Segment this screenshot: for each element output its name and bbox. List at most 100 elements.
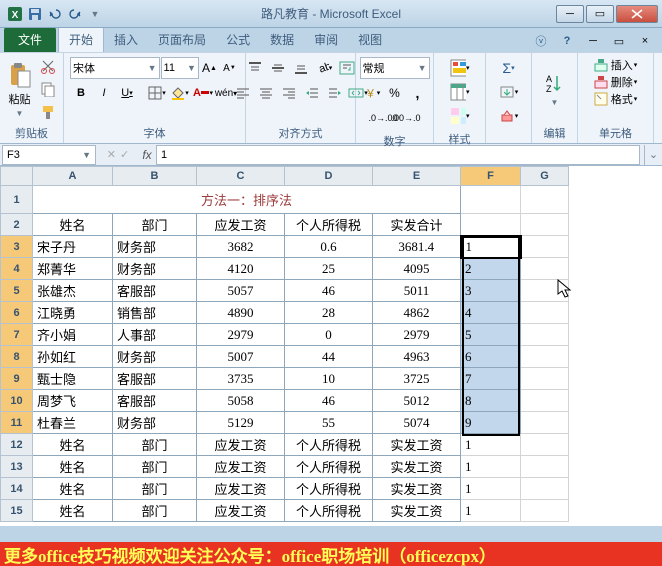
fill-color-icon[interactable]: ▾ xyxy=(169,82,191,104)
data-cell[interactable]: 4095 xyxy=(373,258,461,280)
tab-page-layout[interactable]: 页面布局 xyxy=(148,27,216,52)
col-header[interactable]: C xyxy=(197,167,285,186)
data-cell[interactable]: 财务部 xyxy=(113,412,197,434)
close-button[interactable] xyxy=(616,5,658,23)
data-cell[interactable]: 4890 xyxy=(197,302,285,324)
data-cell[interactable]: 6 xyxy=(461,346,521,368)
data-cell[interactable]: 5057 xyxy=(197,280,285,302)
data-cell[interactable]: 5012 xyxy=(373,390,461,412)
wrap-text-icon[interactable] xyxy=(336,57,358,79)
data-cell[interactable]: 46 xyxy=(285,280,373,302)
col-header[interactable]: D xyxy=(285,167,373,186)
data-cell[interactable]: 2979 xyxy=(197,324,285,346)
border-icon[interactable]: ▾ xyxy=(146,82,168,104)
cut-icon[interactable] xyxy=(37,55,59,77)
data-cell[interactable]: 5 xyxy=(461,324,521,346)
font-name-combo[interactable]: 宋体▼ xyxy=(70,57,160,79)
data-cell[interactable]: 个人所得税 xyxy=(285,500,373,522)
data-cell[interactable]: 宋子丹 xyxy=(33,236,113,258)
doc-minimize-icon[interactable]: ─ xyxy=(582,30,604,52)
tab-data[interactable]: 数据 xyxy=(260,27,304,52)
fill-icon[interactable]: ▾ xyxy=(498,81,520,103)
italic-icon[interactable]: I xyxy=(93,82,115,104)
data-cell[interactable]: 28 xyxy=(285,302,373,324)
row-header[interactable]: 4 xyxy=(1,258,33,280)
data-cell[interactable]: 5011 xyxy=(373,280,461,302)
data-cell[interactable]: 姓名 xyxy=(33,456,113,478)
data-cell[interactable]: 销售部 xyxy=(113,302,197,324)
row-header[interactable]: 13 xyxy=(1,456,33,478)
data-cell[interactable]: 财务部 xyxy=(113,346,197,368)
cell-styles-icon[interactable]: ▾ xyxy=(449,105,471,127)
data-cell[interactable]: 4120 xyxy=(197,258,285,280)
data-cell[interactable]: 2 xyxy=(461,258,521,280)
number-format-combo[interactable]: 常规▼ xyxy=(360,57,430,79)
data-cell[interactable]: 3 xyxy=(461,280,521,302)
table-header-cell[interactable]: 部门 xyxy=(113,214,197,236)
fx-icon[interactable]: fx xyxy=(138,148,156,162)
percent-icon[interactable]: % xyxy=(384,82,406,104)
data-cell[interactable]: 财务部 xyxy=(113,258,197,280)
font-size-combo[interactable]: 11▼ xyxy=(161,57,199,79)
data-cell[interactable]: 客服部 xyxy=(113,390,197,412)
delete-cells-button[interactable]: 删除▾ xyxy=(594,74,638,90)
save-icon[interactable] xyxy=(26,5,44,23)
align-left-icon[interactable] xyxy=(232,82,254,104)
data-cell[interactable]: 1 xyxy=(461,236,521,258)
data-cell[interactable]: 1 xyxy=(461,456,521,478)
row-header[interactable]: 9 xyxy=(1,368,33,390)
worksheet[interactable]: ABCDEFG1方法一：排序法2姓名部门应发工资个人所得税实发合计3宋子丹财务部… xyxy=(0,166,662,526)
data-cell[interactable]: 3682 xyxy=(197,236,285,258)
data-cell[interactable]: 周梦飞 xyxy=(33,390,113,412)
tab-home[interactable]: 开始 xyxy=(58,26,104,52)
tab-insert[interactable]: 插入 xyxy=(104,27,148,52)
align-bottom-icon[interactable] xyxy=(290,57,312,79)
underline-icon[interactable]: U▾ xyxy=(116,82,138,104)
data-cell[interactable]: 25 xyxy=(285,258,373,280)
col-header[interactable]: E xyxy=(373,167,461,186)
orientation-icon[interactable]: ab▾ xyxy=(313,57,335,79)
decrease-font-icon[interactable]: A▼ xyxy=(220,57,239,79)
clear-icon[interactable]: ▾ xyxy=(498,105,520,127)
file-tab[interactable]: 文件 xyxy=(4,27,56,52)
data-cell[interactable]: 5058 xyxy=(197,390,285,412)
data-cell[interactable]: 1 xyxy=(461,434,521,456)
data-cell[interactable]: 姓名 xyxy=(33,434,113,456)
table-header-cell[interactable]: 个人所得税 xyxy=(285,214,373,236)
sort-filter-button[interactable]: AZ ▼ xyxy=(536,56,573,122)
format-cells-button[interactable]: 格式▾ xyxy=(594,91,638,107)
data-cell[interactable]: 个人所得税 xyxy=(285,456,373,478)
data-cell[interactable]: 1 xyxy=(461,500,521,522)
row-header[interactable]: 12 xyxy=(1,434,33,456)
comma-style-icon[interactable]: , xyxy=(407,82,429,104)
row-header[interactable]: 11 xyxy=(1,412,33,434)
data-cell[interactable]: 江晓勇 xyxy=(33,302,113,324)
excel-icon[interactable]: X xyxy=(6,5,24,23)
data-cell[interactable]: 客服部 xyxy=(113,280,197,302)
row-header[interactable]: 10 xyxy=(1,390,33,412)
tab-view[interactable]: 视图 xyxy=(348,27,392,52)
data-cell[interactable]: 9 xyxy=(461,412,521,434)
data-cell[interactable]: 应发工资 xyxy=(197,456,285,478)
data-cell[interactable]: 部门 xyxy=(113,434,197,456)
undo-icon[interactable] xyxy=(46,5,64,23)
data-cell[interactable]: 部门 xyxy=(113,478,197,500)
doc-restore-icon[interactable]: ▭ xyxy=(608,30,630,52)
row-header[interactable]: 3 xyxy=(1,236,33,258)
data-cell[interactable]: 部门 xyxy=(113,500,197,522)
insert-cells-button[interactable]: 插入▾ xyxy=(594,57,638,73)
data-cell[interactable]: 7 xyxy=(461,368,521,390)
col-header[interactable]: F xyxy=(461,167,521,186)
paste-button[interactable]: 粘贴 ▼ xyxy=(4,56,35,122)
increase-font-icon[interactable]: A▲ xyxy=(200,57,219,79)
copy-icon[interactable] xyxy=(37,78,59,100)
data-cell[interactable]: 实发工资 xyxy=(373,478,461,500)
accounting-format-icon[interactable]: ￥▾ xyxy=(361,82,383,104)
data-cell[interactable]: 杜春兰 xyxy=(33,412,113,434)
data-cell[interactable]: 齐小娟 xyxy=(33,324,113,346)
data-cell[interactable]: 甄士隐 xyxy=(33,368,113,390)
data-cell[interactable]: 4 xyxy=(461,302,521,324)
redo-icon[interactable] xyxy=(66,5,84,23)
col-header[interactable]: A xyxy=(33,167,113,186)
data-cell[interactable]: 44 xyxy=(285,346,373,368)
